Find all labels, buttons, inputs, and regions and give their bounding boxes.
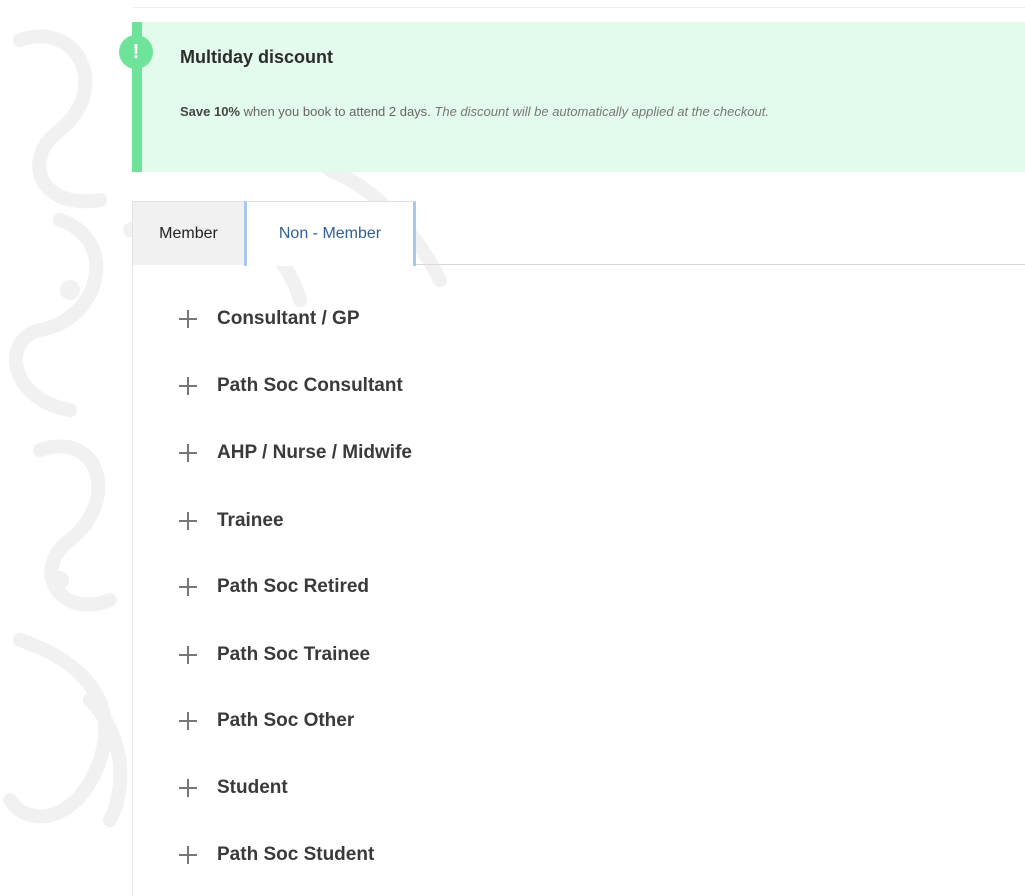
top-divider: [133, 7, 1025, 8]
accordion-item-label: Path Soc Consultant: [217, 375, 403, 396]
plus-icon: [179, 846, 197, 864]
tab-non-member[interactable]: Non - Member: [244, 201, 416, 266]
plus-icon: [179, 310, 197, 328]
notice-body-bold: Save 10%: [180, 104, 240, 119]
notice-body-text: when you book to attend 2 days.: [240, 104, 435, 119]
accordion-item-path-soc-student[interactable]: Path Soc Student: [179, 835, 374, 875]
tab-member[interactable]: Member: [133, 201, 244, 265]
accordion-item-path-soc-retired[interactable]: Path Soc Retired: [179, 567, 369, 607]
accordion-item-label: Path Soc Student: [217, 844, 375, 865]
exclamation-icon: !: [119, 35, 153, 69]
accordion-item-path-soc-consultant[interactable]: Path Soc Consultant: [179, 366, 403, 406]
plus-icon: [179, 712, 197, 730]
accordion-item-label: Path Soc Other: [217, 710, 355, 731]
notice-title: Multiday discount: [180, 47, 333, 67]
accordion-item-consultant-gp[interactable]: Consultant / GP: [179, 299, 360, 339]
accordion-item-label: Path Soc Retired: [217, 576, 370, 597]
multiday-discount-notice: ! Multiday discount Save 10% when you bo…: [119, 22, 1025, 172]
accordion-item-label: Student: [217, 777, 288, 798]
membership-tabs: Member Non - Member: [133, 201, 1025, 266]
plus-icon: [179, 779, 197, 797]
accordion-item-student[interactable]: Student: [179, 768, 288, 808]
accordion-item-path-soc-other[interactable]: Path Soc Other: [179, 701, 354, 741]
notice-body-italic: The discount will be automatically appli…: [434, 104, 770, 119]
plus-icon: [179, 377, 197, 395]
accordion-item-label: AHP / Nurse / Midwife: [217, 442, 412, 463]
accordion-item-trainee[interactable]: Trainee: [179, 501, 284, 541]
plus-icon: [179, 444, 197, 462]
accordion-item-label: Path Soc Trainee: [217, 644, 371, 665]
accordion-item-ahp-nurse-midwife[interactable]: AHP / Nurse / Midwife: [179, 433, 412, 473]
plus-icon: [179, 512, 197, 530]
pricing-panel: Member Non - Member Consultant / GP Path…: [132, 201, 1025, 896]
plus-icon: [179, 578, 197, 596]
notice-body: Save 10% when you book to attend 2 days.…: [180, 104, 769, 119]
accordion-item-path-soc-trainee[interactable]: Path Soc Trainee: [179, 635, 370, 675]
accordion-item-label: Consultant / GP: [217, 308, 360, 329]
plus-icon: [179, 646, 197, 664]
accordion-item-label: Trainee: [217, 510, 284, 531]
